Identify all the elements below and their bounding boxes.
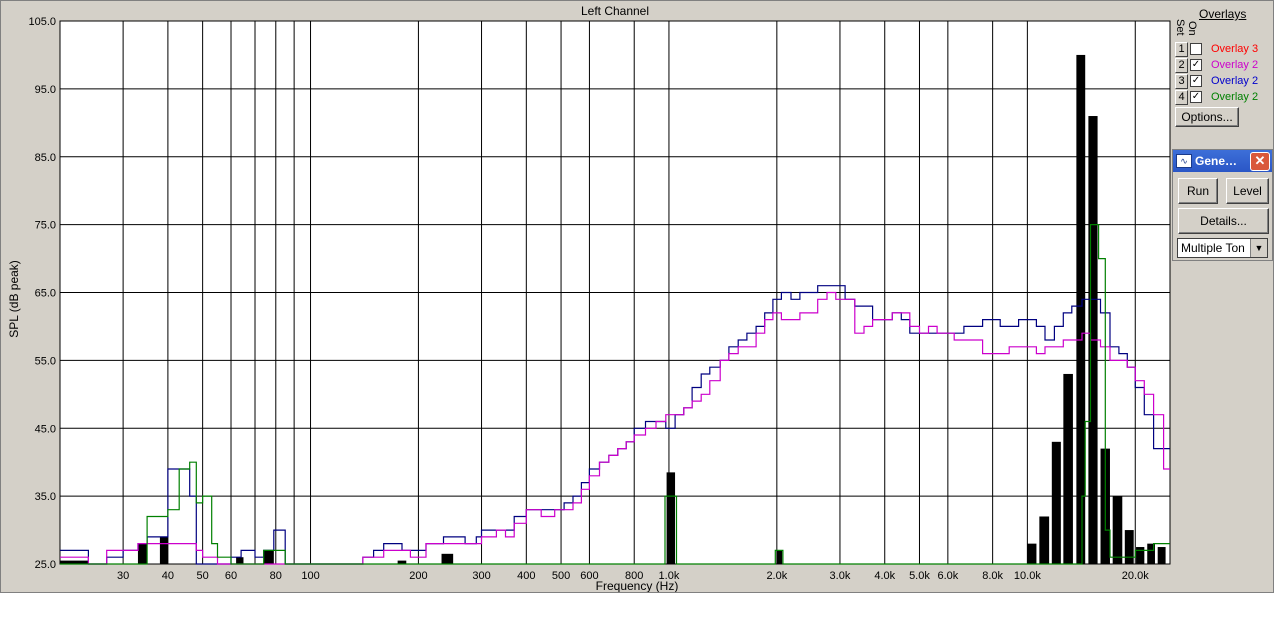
overlay-checkbox-4[interactable]: ✓ [1190, 91, 1202, 103]
bar-mark [263, 550, 274, 564]
y-tick-label: 25.0 [35, 559, 56, 571]
x-tick-label: 50 [197, 570, 209, 582]
bar-mark [1051, 441, 1061, 564]
y-tick-label: 65.0 [35, 288, 56, 300]
generator-panel: ∿ Gene… ✕ Run Level Details... Multiple … [1172, 149, 1273, 261]
x-tick-label: 2.0k [766, 570, 787, 582]
y-axis-label: SPL (dB peak) [7, 260, 21, 338]
chart-title: Left Channel [581, 4, 649, 18]
app-window: Left Channel 25.0 35.0 45.0 55.0 65.0 75.0 85.… [0, 0, 1274, 593]
y-tick-label: 75.0 [35, 220, 56, 232]
run-button[interactable]: Run [1178, 178, 1218, 204]
overlay-label-2: Overlay 2 [1211, 59, 1259, 71]
overlay-row-3: 3 ✓ Overlay 2 [1175, 74, 1273, 89]
overlay-checkbox-2[interactable]: ✓ [1190, 59, 1202, 71]
generator-titlebar[interactable]: ∿ Gene… ✕ [1173, 150, 1272, 172]
x-tick-label: 200 [409, 570, 427, 582]
x-tick-label: 20.0k [1122, 570, 1149, 582]
bar-mark [1027, 543, 1037, 564]
bar-mark [1136, 547, 1145, 564]
overlay-row-2: 2 ✓ Overlay 2 [1175, 58, 1273, 73]
details-button[interactable]: Details... [1178, 208, 1269, 234]
overlay-checkbox-1[interactable] [1190, 43, 1202, 55]
spl-chart: Left Channel 25.0 35.0 45.0 55.0 65.0 75.0 85.… [7, 4, 1171, 592]
x-tick-label: 3.0k [830, 570, 851, 582]
bar-mark [441, 553, 454, 564]
x-tick-label: 100 [301, 570, 319, 582]
overlays-title: Overlays [1199, 7, 1247, 21]
overlay-label-1: Overlay 3 [1211, 43, 1259, 55]
overlay-checkbox-3[interactable]: ✓ [1190, 75, 1202, 87]
x-tick-label: 5.0k [909, 570, 930, 582]
x-tick-label: 10.0k [1014, 570, 1041, 582]
bar-mark [1076, 54, 1086, 564]
y-tick-label: 55.0 [35, 355, 56, 367]
set-column-header: Set [1174, 19, 1186, 36]
close-button[interactable]: ✕ [1250, 152, 1270, 171]
overlay-label-4: Overlay 2 [1211, 91, 1259, 103]
on-column-header: On [1186, 21, 1198, 36]
bar-mark [666, 472, 676, 564]
bar-mark [1039, 516, 1050, 564]
x-tick-label: 6.0k [937, 570, 958, 582]
y-axis-ticks: 25.0 35.0 45.0 55.0 65.0 75.0 85.0 95.0 105.0 [28, 16, 56, 571]
x-tick-label: 4.0k [874, 570, 895, 582]
bar-mark [1124, 530, 1134, 564]
x-tick-label: 500 [552, 570, 570, 582]
bar-mark [1112, 496, 1123, 564]
overlay-set-button-2[interactable]: 2 [1175, 58, 1188, 73]
overlay-set-button-4[interactable]: 4 [1175, 90, 1188, 105]
overlay-row-1: 1 Overlay 3 [1175, 42, 1273, 57]
waveform-icon: ∿ [1176, 154, 1192, 168]
x-tick-label: 30 [117, 570, 129, 582]
generator-mode-value: Multiple Ton [1181, 241, 1245, 255]
bar-mark [776, 550, 783, 564]
bar-mark [236, 557, 244, 564]
x-tick-label: 40 [162, 570, 174, 582]
x-tick-label: 8.0k [982, 570, 1003, 582]
x-tick-label: 300 [472, 570, 490, 582]
level-button[interactable]: Level [1226, 178, 1269, 204]
x-tick-label: 60 [225, 570, 237, 582]
x-axis-label: Frequency (Hz) [596, 579, 679, 592]
overlay-set-button-1[interactable]: 1 [1175, 42, 1188, 57]
bar-mark [159, 536, 168, 564]
y-tick-label: 85.0 [35, 152, 56, 164]
y-tick-label: 95.0 [35, 84, 56, 96]
y-tick-label: 45.0 [35, 423, 56, 435]
overlay-label-3: Overlay 2 [1211, 75, 1259, 87]
x-tick-label: 400 [517, 570, 535, 582]
bar-mark [1063, 373, 1073, 564]
generator-mode-select[interactable]: Multiple Ton ▼ [1177, 238, 1268, 258]
bar-mark [1157, 547, 1166, 564]
bar-mark [137, 543, 148, 564]
options-button[interactable]: Options... [1175, 107, 1239, 127]
y-tick-label: 105.0 [28, 16, 56, 28]
x-tick-label: 80 [270, 570, 282, 582]
chevron-down-icon[interactable]: ▼ [1250, 239, 1267, 257]
overlay-row-4: 4 ✓ Overlay 2 [1175, 90, 1273, 105]
overlay-set-button-3[interactable]: 3 [1175, 74, 1188, 89]
y-tick-label: 35.0 [35, 491, 56, 503]
overlays-panel: Overlays Set On 1 Overlay 3 2 ✓ Overlay … [1171, 1, 1273, 592]
generator-title: Gene… [1195, 154, 1238, 168]
